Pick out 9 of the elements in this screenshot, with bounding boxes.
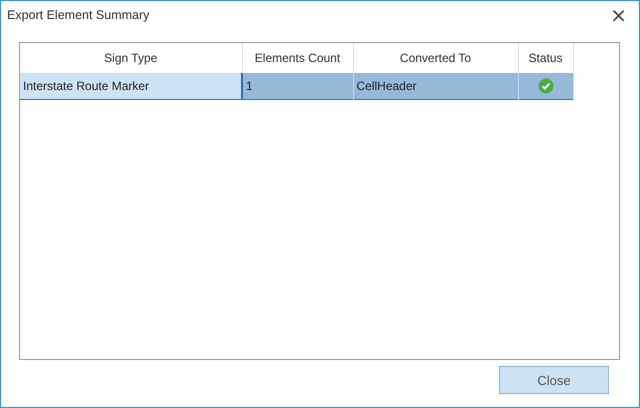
column-header[interactable]: Elements Count <box>242 43 353 73</box>
column-header[interactable]: Status <box>518 43 573 73</box>
close-button[interactable]: Close <box>499 366 609 394</box>
window-title: Export Element Summary <box>7 8 150 22</box>
column-header[interactable]: Converted To <box>353 43 518 73</box>
table-cell: 1 <box>242 73 353 100</box>
table-cell: Interstate Route Marker <box>20 73 242 100</box>
table-cell: CellHeader <box>353 73 518 100</box>
column-header[interactable]: Sign Type <box>20 43 242 73</box>
